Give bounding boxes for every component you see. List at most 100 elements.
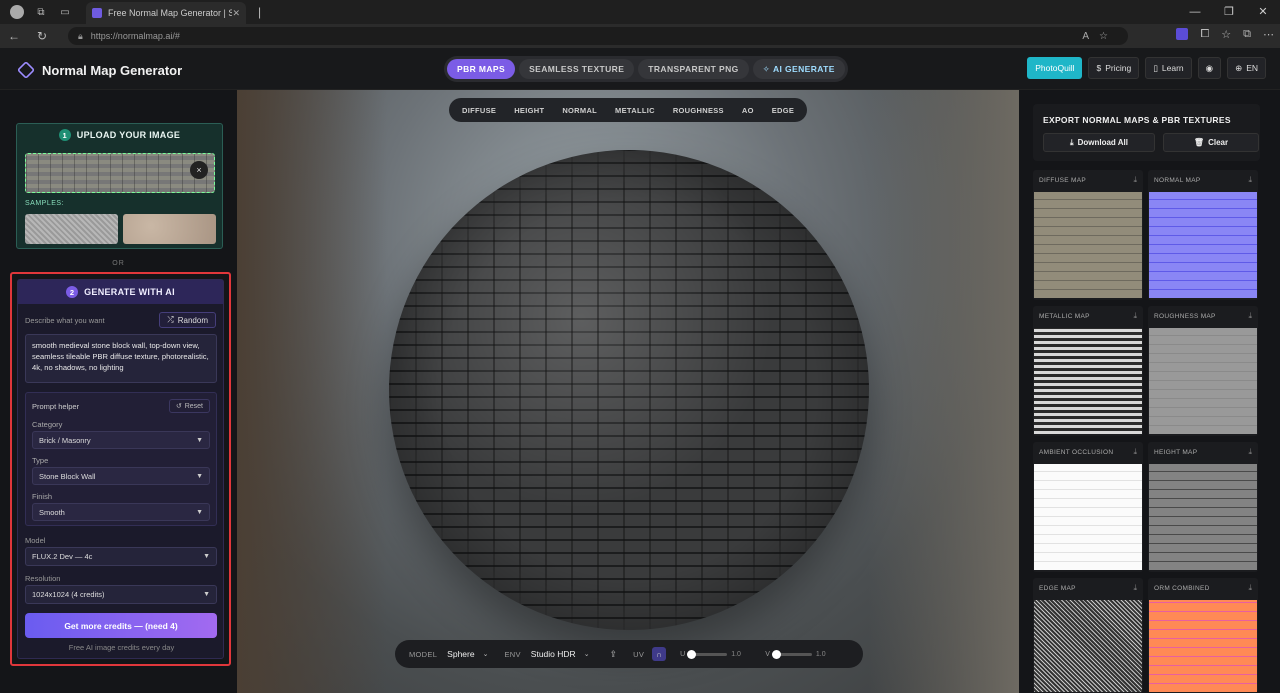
download-icon[interactable]: ⤓ [1133,175,1137,185]
chevron-down-icon: ▼ [196,436,203,444]
tab-pbr-maps[interactable]: PBR MAPS [447,59,516,79]
v-scale-slider[interactable]: V 1.0 [765,649,836,659]
uv-lock-icon[interactable]: ∩ [652,647,667,661]
pricing-button[interactable]: $ Pricing [1088,57,1140,79]
u-label: U [680,650,686,658]
reset-button[interactable]: ↺ Reset [168,399,210,413]
sample-texture-2[interactable] [123,214,216,244]
map-card-ao[interactable]: AMBIENT OCCLUSION ⤓ [1033,442,1143,572]
map-card-diffuse[interactable]: DIFFUSE MAP ⤓ [1033,170,1143,300]
window-controls: — ❐ ✕ [1178,0,1280,24]
u-slider-thumb[interactable] [687,649,697,659]
download-icon[interactable]: ⤓ [1248,447,1252,457]
tab-close-icon[interactable]: ✕ [232,8,240,19]
minimize-button[interactable]: — [1178,0,1212,24]
download-icon[interactable]: ⤓ [1248,583,1252,593]
photoquill-button[interactable]: PhotoQuill [1027,57,1083,79]
map-card-orm[interactable]: ORM COMBINED ⤓ [1148,578,1258,693]
edge-map-thumbnail[interactable] [1034,600,1142,692]
learn-button[interactable]: ▯ Learn [1145,57,1192,79]
model-select[interactable]: FLUX.2 Dev — 4c ▼ [25,547,217,566]
url-field[interactable]: 🔒︎ https://normalmap.ai/# A☆ [68,27,1128,45]
normal-map-thumbnail[interactable] [1149,192,1257,298]
download-icon[interactable]: ⤓ [1133,311,1137,321]
type-select[interactable]: Stone Block Wall ▼ [32,467,210,485]
download-icon[interactable]: ⤓ [1133,447,1137,457]
tab-normal[interactable]: NORMAL [553,106,606,115]
sample-texture-1[interactable] [25,214,118,244]
map-card-roughness[interactable]: ROUGHNESS MAP ⤓ [1148,306,1258,436]
random-label: Random [177,315,208,325]
chevron-down-icon[interactable]: ⌄ [584,650,590,658]
favorites-icon[interactable]: ☆ [1221,28,1231,41]
roughness-map-thumbnail[interactable] [1149,328,1257,434]
height-map-thumbnail[interactable] [1149,464,1257,570]
more-menu-icon[interactable]: ⋯ [1263,28,1274,41]
ao-map-thumbnail[interactable] [1034,464,1142,570]
model-dropdown[interactable]: Sphere [447,649,474,659]
download-icon[interactable]: ⤓ [1248,175,1252,185]
split-screen-icon[interactable]: ⧠ [1200,28,1209,41]
viewer-controls: MODEL Sphere ⌄ ENV Studio HDR ⌄ ⇪ UV ∩ U… [395,640,863,668]
category-select[interactable]: Brick / Masonry ▼ [32,431,210,449]
tab-ao[interactable]: AO [733,106,763,115]
textured-sphere-preview[interactable] [389,150,869,630]
workspaces-icon[interactable]: ⧉ [34,5,48,19]
uploaded-image-dropzone[interactable]: × [25,153,215,193]
chevron-down-icon: ▼ [196,508,203,516]
app-logo[interactable]: Normal Map Generator [16,60,182,80]
env-dropdown[interactable]: Studio HDR [531,649,576,659]
language-button[interactable]: ⊕ EN [1227,57,1266,79]
clear-button[interactable]: 🗑︎ Clear [1163,133,1259,152]
browser-tab-active[interactable]: Free Normal Map Generator | Sea ✕ [86,2,246,24]
upload-hdr-icon[interactable]: ⇪ [610,649,618,660]
v-slider-track[interactable] [771,649,812,659]
get-more-credits-button[interactable]: Get more credits — (need 4) [25,613,217,638]
back-arrow-icon[interactable]: ← [0,29,28,43]
diffuse-map-thumbnail[interactable] [1034,192,1142,298]
metallic-map-thumbnail[interactable] [1034,328,1142,434]
download-all-button[interactable]: ⤓ Download All [1043,133,1155,152]
tab-height[interactable]: HEIGHT [505,106,553,115]
map-card-height[interactable]: HEIGHT MAP ⤓ [1148,442,1258,572]
orm-map-thumbnail[interactable] [1149,600,1257,692]
3d-viewport[interactable]: DIFFUSE HEIGHT NORMAL METALLIC ROUGHNESS… [237,90,1019,693]
finish-select[interactable]: Smooth ▼ [32,503,210,521]
lock-icon[interactable]: 🔒︎ [78,31,83,42]
tab-roughness[interactable]: ROUGHNESS [664,106,733,115]
v-slider-thumb[interactable] [771,649,781,659]
collections-icon[interactable]: ⧉ [1243,28,1251,41]
new-tab-icon[interactable]: | [258,5,261,19]
extension-icon[interactable] [1176,28,1189,40]
tab-metallic[interactable]: METALLIC [606,106,664,115]
u-slider-track[interactable] [687,649,728,659]
resolution-select[interactable]: 1024x1024 (4 credits) ▼ [25,585,217,604]
map-label: AMBIENT OCCLUSION [1039,449,1114,456]
tab-actions-icon[interactable]: ▭ [58,5,72,19]
tab-transparent-png[interactable]: TRANSPARENT PNG [638,59,749,79]
reload-icon[interactable]: ↻ [28,29,56,43]
profile-avatar-icon[interactable] [10,5,24,19]
map-card-edge[interactable]: EDGE MAP ⤓ [1033,578,1143,693]
tab-edge[interactable]: EDGE [763,106,803,115]
prompt-textarea[interactable]: smooth medieval stone block wall, top-do… [25,334,217,383]
tab-seamless-texture[interactable]: SEAMLESS TEXTURE [519,59,635,79]
finish-label: Finish [32,492,53,501]
tab-ai-generate[interactable]: ✧ AI GENERATE [752,59,845,79]
tab-diffuse[interactable]: DIFFUSE [453,106,505,115]
download-icon[interactable]: ⤓ [1248,311,1252,321]
map-card-normal[interactable]: NORMAL MAP ⤓ [1148,170,1258,300]
random-button[interactable]: ⤮ Random [159,312,216,328]
maximize-button[interactable]: ❐ [1212,0,1246,24]
v-label: V [765,650,770,658]
chevron-down-icon[interactable]: ⌄ [483,650,489,658]
download-icon[interactable]: ⤓ [1133,583,1137,593]
map-view-tabs: DIFFUSE HEIGHT NORMAL METALLIC ROUGHNESS… [449,98,808,122]
map-card-metallic[interactable]: METALLIC MAP ⤓ [1033,306,1143,436]
u-scale-slider[interactable]: U 1.0 [680,649,751,659]
close-window-button[interactable]: ✕ [1246,0,1280,24]
github-button[interactable]: ◉ [1197,57,1222,79]
read-aloud-favorite-icons[interactable]: A☆ [1082,31,1118,42]
remove-image-button[interactable]: × [190,161,208,179]
left-panel: 1 UPLOAD YOUR IMAGE × SAMPLES: OR 2 GENE… [0,90,237,693]
